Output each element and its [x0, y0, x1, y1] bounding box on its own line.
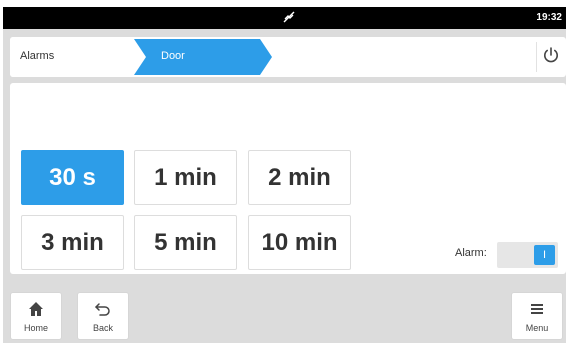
breadcrumb-item-alarms[interactable]: Alarms: [10, 37, 138, 77]
delay-option-3min[interactable]: 3 min: [21, 215, 124, 270]
delay-option-30s[interactable]: 30 s: [21, 150, 124, 205]
breadcrumb: Alarms Door: [10, 37, 566, 77]
power-button[interactable]: [536, 42, 565, 72]
breadcrumb-item-label: Door: [161, 50, 185, 62]
breadcrumb-arrow-shape: [134, 39, 272, 75]
delay-option-10min[interactable]: 10 min: [248, 215, 351, 270]
home-button-label: Home: [23, 323, 48, 333]
status-time: 19:32: [536, 12, 562, 23]
back-button[interactable]: Back: [77, 292, 129, 340]
delay-option-5min[interactable]: 5 min: [134, 215, 237, 270]
hamburger-menu-icon: [512, 300, 562, 318]
menu-button-label: Menu: [525, 323, 549, 333]
power-icon: [542, 46, 560, 69]
breadcrumb-item-label: Alarms: [20, 50, 55, 62]
home-button[interactable]: Home: [10, 292, 62, 340]
alarm-toggle-knob[interactable]: I: [534, 245, 555, 265]
breadcrumb-item-door[interactable]: Door: [134, 39, 274, 75]
status-bar: 19:32: [3, 7, 566, 29]
delay-option-1min[interactable]: 1 min: [134, 150, 237, 205]
delay-option-2min[interactable]: 2 min: [248, 150, 351, 205]
back-button-label: Back: [92, 323, 113, 333]
no-signal-icon: [281, 10, 297, 26]
alarm-toggle-label: Alarm:: [455, 247, 487, 259]
menu-button[interactable]: Menu: [511, 292, 563, 340]
door-alarm-panel: 30 s 1 min 2 min 3 min 5 min 10 min: [10, 83, 566, 274]
home-icon: [11, 300, 61, 318]
device-screen: 19:32 Alarms Door 30 s 1 min 2 min 3 min: [3, 7, 566, 343]
alarm-toggle[interactable]: I: [497, 242, 558, 268]
back-arrow-icon: [78, 300, 128, 318]
